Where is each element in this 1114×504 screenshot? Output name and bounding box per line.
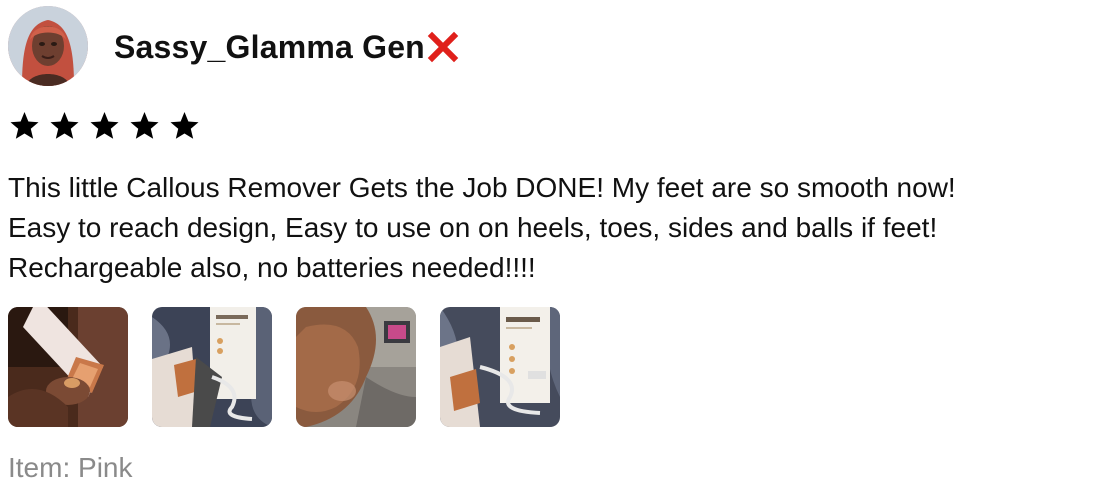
- review-photo-icon: [152, 307, 272, 427]
- star-icon: [50, 112, 79, 139]
- review-photo-3[interactable]: [296, 307, 416, 427]
- review-photo-2[interactable]: [152, 307, 272, 427]
- author-name-text: Sassy_Glamma Gen: [114, 29, 425, 65]
- star-icon: [130, 112, 159, 139]
- avatar[interactable]: [8, 6, 88, 86]
- review-header: Sassy_Glamma Gen: [8, 6, 459, 86]
- review-card: Sassy_Glamma Gen This little Callous Rem…: [0, 0, 1114, 504]
- author-name[interactable]: Sassy_Glamma Gen: [114, 26, 459, 66]
- star-rating: [8, 110, 201, 142]
- review-photo-4[interactable]: [440, 307, 560, 427]
- review-body: This little Callous Remover Gets the Job…: [8, 168, 1098, 288]
- review-body-line: Rechargeable also, no batteries needed!!…: [8, 252, 536, 283]
- avatar-image: [8, 6, 88, 86]
- review-body-line: Easy to reach design, Easy to use on on …: [8, 212, 938, 243]
- review-photo-icon: [8, 307, 128, 427]
- review-photo-icon: [440, 307, 560, 427]
- red-x-icon: [427, 31, 459, 63]
- review-body-line: This little Callous Remover Gets the Job…: [8, 172, 956, 203]
- review-photo-1[interactable]: [8, 307, 128, 427]
- item-variant: Item: Pink: [8, 452, 133, 483]
- review-photos: [8, 307, 560, 427]
- star-icon: [90, 112, 119, 139]
- review-photo-icon: [296, 307, 416, 427]
- star-icon: [170, 112, 199, 139]
- star-icon: [10, 112, 39, 139]
